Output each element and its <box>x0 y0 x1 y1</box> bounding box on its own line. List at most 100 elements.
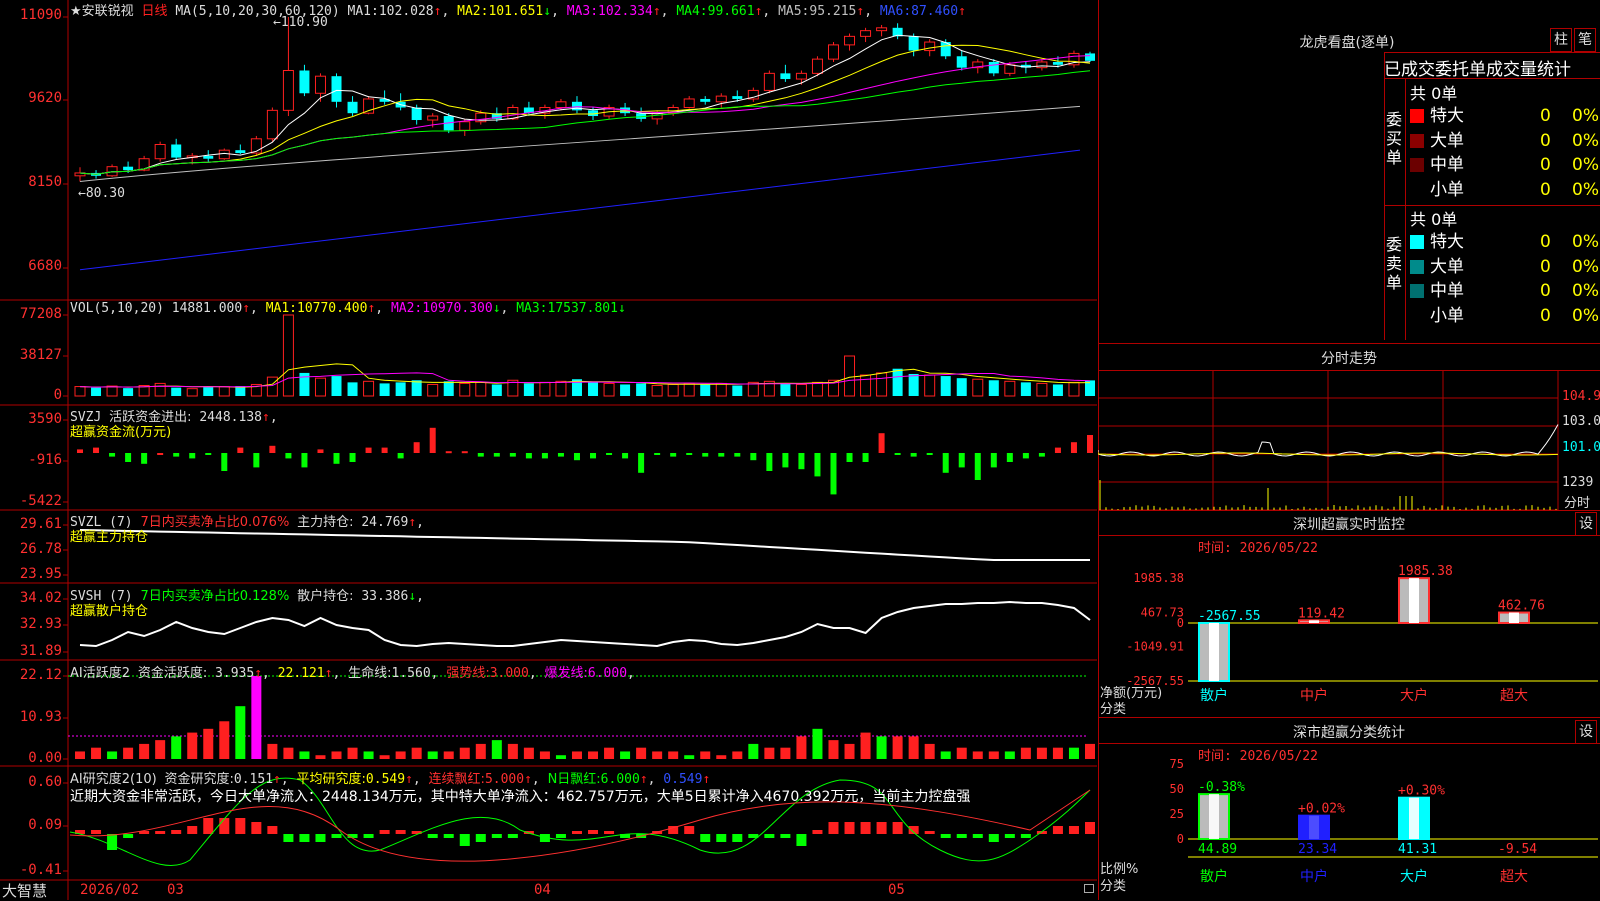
volume-bar-down <box>957 378 967 396</box>
ma1-name: MA1: <box>348 4 379 19</box>
research-bar-down <box>780 834 790 838</box>
sell-count: 0 <box>1540 255 1551 279</box>
volume-bar-up <box>364 381 374 396</box>
price-tick-4: 6680 <box>28 258 62 274</box>
monitor-y-tick: -1049.91 <box>1126 640 1184 654</box>
buy-count: 0 <box>1540 104 1551 128</box>
activity-bar <box>1005 751 1015 759</box>
ai2-tick-3: -0.41 <box>20 862 62 878</box>
classify-y-tick: 25 <box>1170 807 1184 821</box>
activity-bar <box>428 751 438 759</box>
research-bar-up <box>828 822 838 834</box>
fenshi-chart[interactable] <box>1098 370 1600 510</box>
volume-bar-up <box>845 356 855 396</box>
ai1-item4: 强势线: <box>446 666 489 681</box>
activity-bar <box>492 740 502 759</box>
ai-activity-bars <box>68 676 1095 759</box>
volume-bar-up <box>540 382 550 396</box>
classify-category-label: 散户 <box>1200 868 1228 885</box>
classify-y-tick: 75 <box>1170 757 1184 771</box>
flow-bar-out <box>1007 453 1013 462</box>
ma5-value: 95.215 <box>809 4 856 19</box>
ai1-v1: 3.935 <box>215 666 254 681</box>
fenshi-y-1: 104.9 <box>1562 389 1600 404</box>
svzl-value: 24.769 <box>361 515 408 530</box>
volume-bar-up <box>428 384 438 396</box>
flow-bar-in <box>269 446 275 453</box>
activity-bar <box>989 751 999 759</box>
activity-bar <box>861 733 871 759</box>
activity-bar <box>380 755 390 759</box>
period-label[interactable]: 日线 <box>141 4 167 19</box>
monitor-bar-highlight <box>1509 613 1519 623</box>
research-bar-up <box>380 830 390 834</box>
bar-mode-button[interactable]: 柱 <box>1550 28 1572 52</box>
research-bar-up <box>235 818 245 834</box>
ai1-tick-2: 10.93 <box>20 709 62 725</box>
ma3-name: MA3: <box>567 4 598 19</box>
ma-line-5 <box>80 106 1080 181</box>
activity-bar <box>203 729 213 759</box>
volume-bar-up <box>187 389 197 396</box>
sell-row: 中单 0 0% <box>1410 279 1600 303</box>
ma2-name: MA2: <box>457 4 488 19</box>
flow-bar-out <box>847 453 853 462</box>
sell-row: 大单 0 0% <box>1410 255 1600 279</box>
volume-bar-up <box>877 373 887 396</box>
buy-order-label: 委买单 <box>1386 110 1404 167</box>
activity-bar <box>460 748 470 759</box>
sell-type: 中单 <box>1430 281 1464 301</box>
flow-bar-out <box>863 453 869 462</box>
ai2-label: AI研究度2(10) <box>70 772 157 787</box>
lock-icon[interactable] <box>1084 884 1094 893</box>
buy-percent: 0% <box>1572 153 1599 177</box>
ma6-arrow: ↑ <box>958 4 966 19</box>
stock-title[interactable]: ★安联锐视 <box>70 4 134 19</box>
monitor-bar-散户 <box>1199 623 1229 681</box>
logo[interactable]: 大智慧 <box>2 880 47 901</box>
research-bar-down <box>764 834 774 838</box>
flow-bar-out <box>670 453 676 457</box>
buy-total: 共 0单 <box>1410 80 1457 104</box>
x-label-05: 05 <box>888 882 905 898</box>
monitor-settings-button[interactable]: 设 <box>1575 512 1597 536</box>
monitor-value-label: 119.42 <box>1298 606 1345 621</box>
vol-value: 14881.000 <box>172 301 242 316</box>
flow-bar-out <box>622 453 628 458</box>
flow-bar-out <box>895 453 901 455</box>
fenshi-y-3: 101.0 <box>1562 440 1600 455</box>
activity-bar <box>283 748 293 759</box>
activity-bar <box>267 744 277 759</box>
research-bar-up <box>251 822 261 834</box>
volume-bar-down <box>620 384 630 396</box>
candle-down <box>299 71 309 94</box>
activity-bar <box>1069 748 1079 759</box>
classify-settings-button[interactable]: 设 <box>1575 720 1597 744</box>
buy-color-swatch <box>1410 158 1424 172</box>
flow-bar-out <box>654 453 660 455</box>
flow-bar-in <box>237 448 243 453</box>
research-bar-down <box>796 834 806 846</box>
activity-bar <box>396 751 406 759</box>
volume-bar-down <box>636 383 646 396</box>
candle-down <box>123 167 133 170</box>
volume-bar-up <box>107 386 117 396</box>
flow-bar-in <box>77 449 83 453</box>
volume-bar-up <box>75 387 85 396</box>
kline-chart-area[interactable]: 11090 9620 8150 6680 77208 38127 0 3590 … <box>0 0 1099 900</box>
longhu-title: 龙虎看盘(逐单) <box>1098 32 1596 52</box>
candle-up <box>219 150 229 159</box>
svsh-item1: 7日内买卖净占比0.128% <box>140 589 289 604</box>
tick-mode-button[interactable]: 笔 <box>1574 28 1596 52</box>
sell-count: 0 <box>1540 230 1551 254</box>
research-bar-down <box>716 834 726 842</box>
candle-up <box>796 73 806 79</box>
flow-bar-out <box>943 453 949 473</box>
ai2-v4: 6.000 <box>601 772 640 787</box>
flow-bar-out <box>766 453 772 471</box>
candle-down <box>1053 62 1063 65</box>
ai1-v3: 1.560 <box>392 666 431 681</box>
x-label-04: 04 <box>534 882 551 898</box>
activity-bar <box>796 736 806 759</box>
flow-bar-out <box>542 453 548 458</box>
